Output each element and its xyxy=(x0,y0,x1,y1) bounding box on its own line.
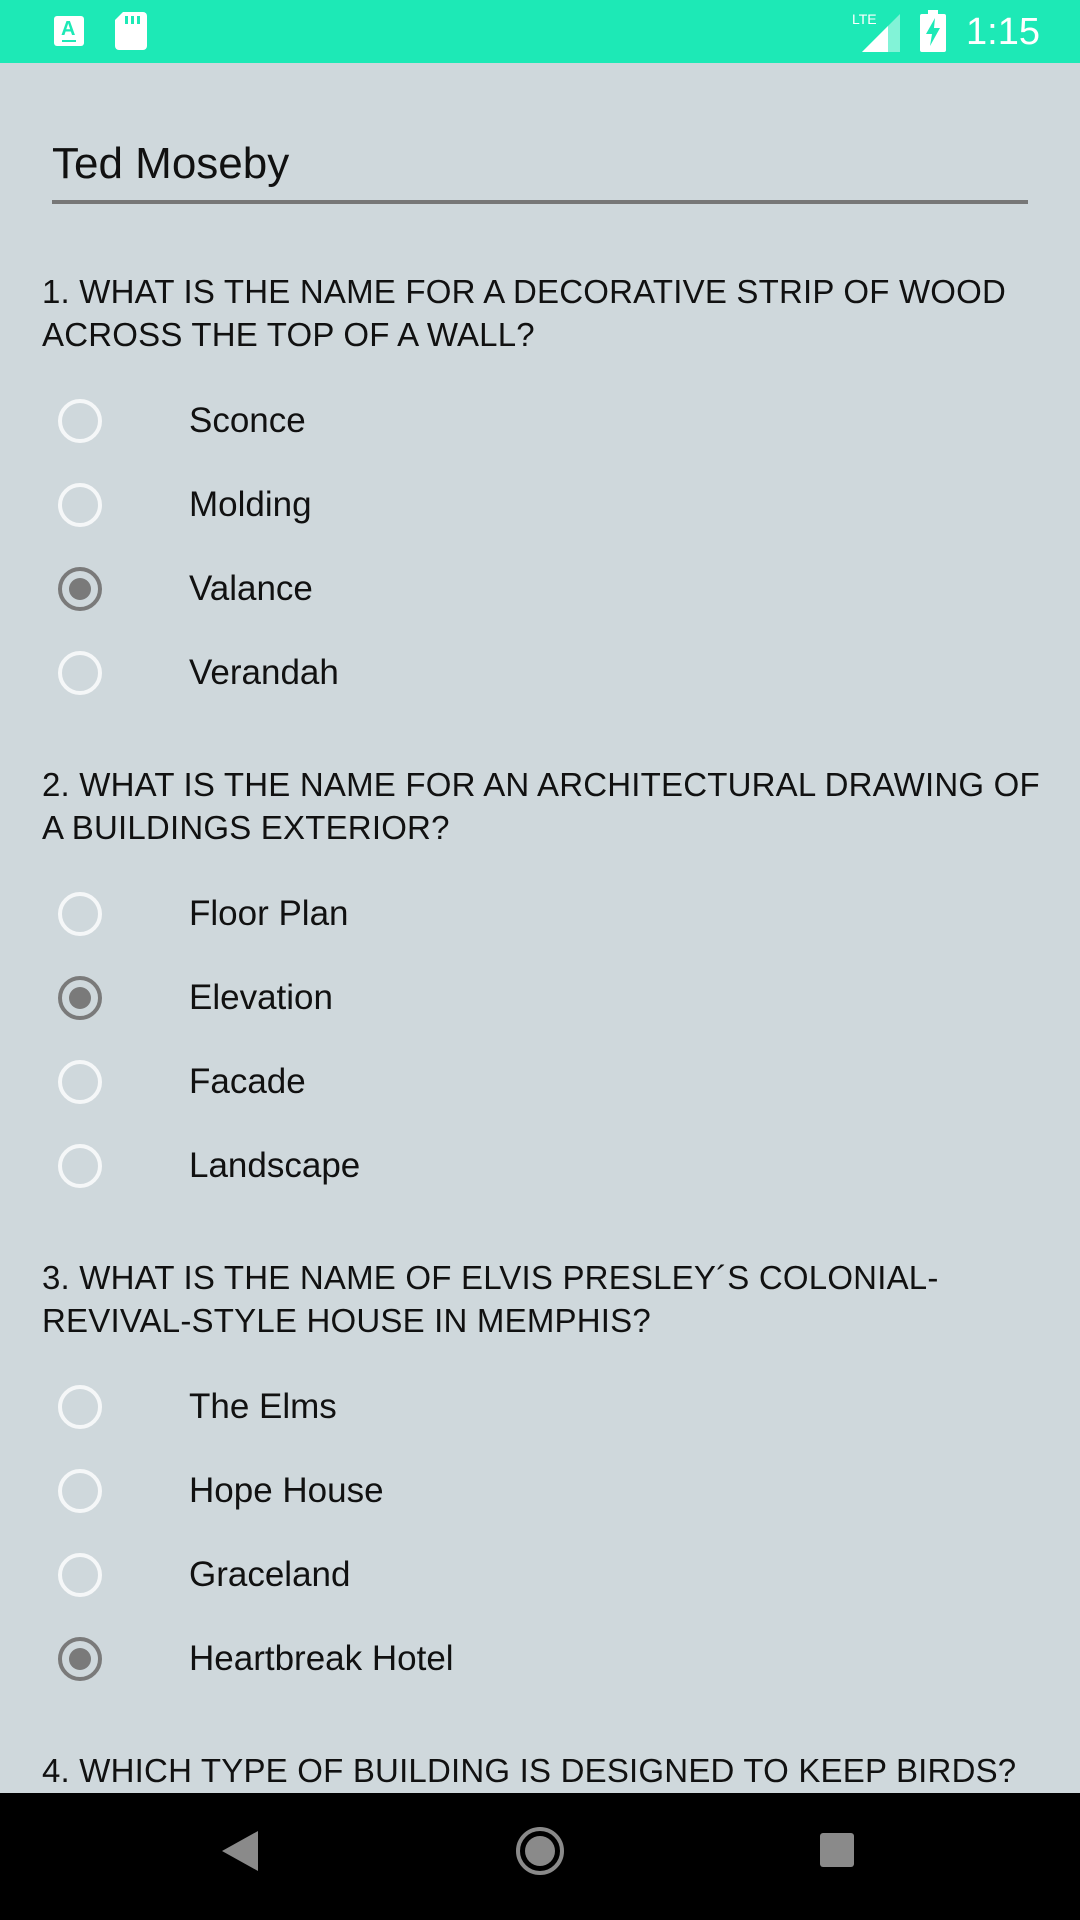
app-a-icon: A xyxy=(54,16,84,46)
option-label: Elevation xyxy=(189,978,333,1017)
question-2-option-floor-plan[interactable]: Floor Plan xyxy=(54,883,1014,953)
radio-button[interactable] xyxy=(58,1637,102,1681)
radio-button[interactable] xyxy=(58,1060,102,1104)
radio-button[interactable] xyxy=(58,399,102,443)
name-input-value[interactable]: Ted Moseby xyxy=(52,136,289,192)
radio-button[interactable] xyxy=(58,976,102,1020)
question-3-text: 3. WHAT IS THE NAME OF ELVIS PRESLEY´S C… xyxy=(42,1259,939,1339)
svg-text:LTE: LTE xyxy=(852,11,877,27)
question-3-option-the-elms[interactable]: The Elms xyxy=(54,1376,1014,1446)
radio-button[interactable] xyxy=(58,892,102,936)
status-time: 1:15 xyxy=(966,11,1040,53)
question-3-option-heartbreak-hotel[interactable]: Heartbreak Hotel xyxy=(54,1628,1014,1698)
radio-button[interactable] xyxy=(58,1469,102,1513)
radio-button[interactable] xyxy=(58,483,102,527)
option-label: Verandah xyxy=(189,653,339,692)
sd-card-icon xyxy=(115,12,147,50)
option-label: Graceland xyxy=(189,1555,351,1594)
name-input-underline xyxy=(52,200,1028,204)
question-1-option-verandah[interactable]: Verandah xyxy=(54,642,1014,712)
option-label: Landscape xyxy=(189,1146,361,1185)
option-label: Floor Plan xyxy=(189,894,349,933)
question-2-option-landscape[interactable]: Landscape xyxy=(54,1135,1014,1205)
status-bar: A LTE 1:15 xyxy=(0,0,1080,63)
option-label: Molding xyxy=(189,485,312,524)
option-label: Sconce xyxy=(189,401,306,440)
question-1-option-molding[interactable]: Molding xyxy=(54,474,1014,544)
question-4-text: 4. WHICH TYPE OF BUILDING IS DESIGNED TO… xyxy=(42,1752,1017,1789)
radio-button[interactable] xyxy=(58,651,102,695)
radio-button[interactable] xyxy=(58,1144,102,1188)
battery-charging-icon xyxy=(920,10,946,52)
question-1-option-valance[interactable]: Valance xyxy=(54,558,1014,628)
back-icon[interactable] xyxy=(222,1831,258,1871)
radio-button[interactable] xyxy=(58,1385,102,1429)
radio-button[interactable] xyxy=(58,567,102,611)
option-label: Heartbreak Hotel xyxy=(189,1639,454,1678)
question-1-option-sconce[interactable]: Sconce xyxy=(54,390,1014,460)
question-2-option-elevation[interactable]: Elevation xyxy=(54,967,1014,1037)
option-label: Hope House xyxy=(189,1471,384,1510)
navigation-bar xyxy=(0,1793,1080,1920)
option-label: Facade xyxy=(189,1062,306,1101)
radio-button[interactable] xyxy=(58,1553,102,1597)
question-2-text: 2. WHAT IS THE NAME FOR AN ARCHITECTURAL… xyxy=(42,766,1040,846)
option-label: Valance xyxy=(189,569,313,608)
question-3-option-hope-house[interactable]: Hope House xyxy=(54,1460,1014,1530)
home-icon[interactable] xyxy=(514,1825,566,1877)
question-3-option-graceland[interactable]: Graceland xyxy=(54,1544,1014,1614)
recents-icon[interactable] xyxy=(820,1833,854,1867)
name-input[interactable]: Ted Moseby xyxy=(52,130,1028,204)
question-1-text: 1. WHAT IS THE NAME FOR A DECORATIVE STR… xyxy=(42,273,1007,353)
question-2-option-facade[interactable]: Facade xyxy=(54,1051,1014,1121)
lte-signal-icon: LTE xyxy=(852,11,900,52)
option-label: The Elms xyxy=(189,1387,337,1426)
